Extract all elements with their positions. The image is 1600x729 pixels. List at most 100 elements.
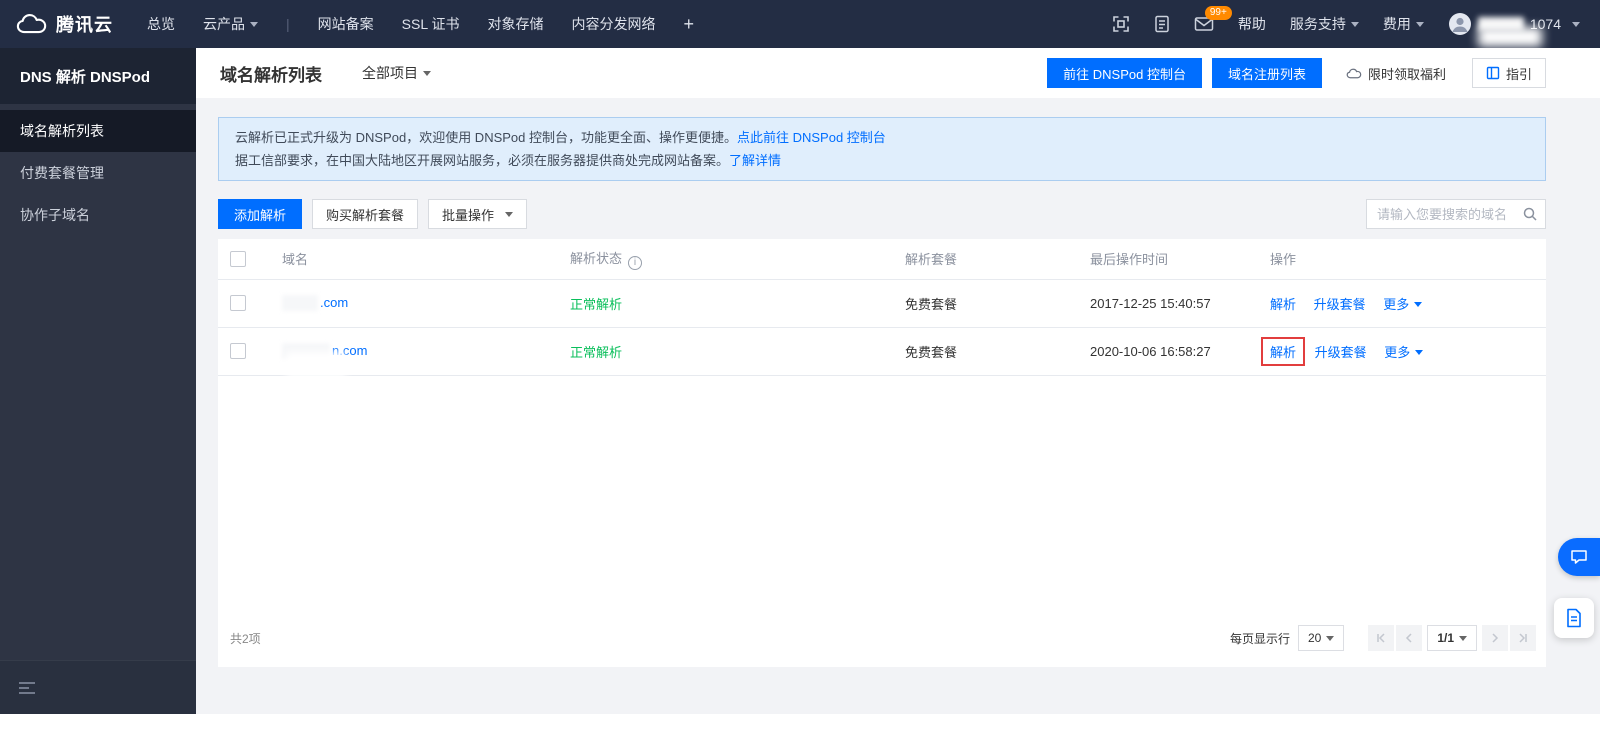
first-page-button[interactable] bbox=[1368, 625, 1395, 651]
highlight-red-box: 解析 bbox=[1261, 336, 1306, 366]
per-page-select[interactable]: 20 bbox=[1297, 625, 1345, 651]
nav-separator: | bbox=[286, 16, 290, 32]
prev-page-button[interactable] bbox=[1396, 625, 1423, 651]
page-header: 域名解析列表 全部项目 前往 DNSPod 控制台 域名注册列表 限时领取福利 bbox=[196, 48, 1600, 98]
sidebar-item-paid-plans[interactable]: 付费套餐管理 bbox=[0, 152, 196, 194]
domain-register-list-button[interactable]: 域名注册列表 bbox=[1211, 58, 1322, 88]
resolve-action-link[interactable]: 解析 bbox=[1270, 297, 1296, 312]
guide-book-icon bbox=[1486, 66, 1500, 80]
chevron-down-icon bbox=[1415, 21, 1424, 27]
document-icon[interactable] bbox=[1154, 15, 1170, 33]
page-title: 域名解析列表 bbox=[220, 65, 322, 85]
docs-feedback-button[interactable] bbox=[1554, 598, 1594, 638]
table-toolbar: 添加解析 购买解析套餐 批量操作 bbox=[218, 199, 1546, 229]
row-checkbox[interactable] bbox=[230, 343, 246, 360]
page-indicator-select[interactable]: 1/1 bbox=[1427, 625, 1477, 651]
chevron-down-icon bbox=[250, 21, 258, 27]
select-all-checkbox[interactable] bbox=[230, 251, 246, 268]
top-nav: 总览 云产品 | 网站备案 SSL 证书 对象存储 内容分发网络 + bbox=[147, 14, 694, 35]
scan-tools-icon[interactable] bbox=[1112, 15, 1130, 33]
add-record-button[interactable]: 添加解析 bbox=[218, 199, 303, 229]
nav-add-favorite-button[interactable]: + bbox=[683, 14, 694, 35]
resolve-action-link[interactable]: 解析 bbox=[1270, 345, 1296, 360]
search-box bbox=[1366, 199, 1546, 229]
help-link[interactable]: 帮助 bbox=[1238, 14, 1266, 34]
nav-cdn[interactable]: 内容分发网络 bbox=[571, 14, 655, 34]
chevron-down-icon bbox=[1326, 635, 1335, 641]
document-icon bbox=[1567, 608, 1581, 628]
nav-cloud-products[interactable]: 云产品 bbox=[203, 14, 258, 34]
domain-table-card: 域名 解析状态i 解析套餐 最后操作时间 操作 .com 正常解析 免费套餐 bbox=[218, 239, 1546, 667]
redaction-blob bbox=[1478, 27, 1542, 47]
table-row: .com 正常解析 免费套餐 2017-12-25 15:40:57 解析 升级… bbox=[218, 279, 1546, 328]
banner-dnspod-link[interactable]: 点此前往 DNSPod 控制台 bbox=[737, 130, 886, 145]
chevron-down-icon bbox=[1415, 349, 1424, 355]
next-page-button[interactable] bbox=[1482, 625, 1508, 651]
content-area: 云解析已正式升级为 DNSPod，欢迎使用 DNSPod 控制台，功能更全面、操… bbox=[196, 98, 1600, 667]
time-cell: 2017-12-25 15:40:57 bbox=[1090, 295, 1211, 311]
avatar bbox=[1448, 13, 1471, 35]
billing-menu[interactable]: 费用 bbox=[1383, 14, 1424, 34]
brand-name: 腾讯云 bbox=[56, 15, 113, 35]
redaction-blob bbox=[286, 352, 346, 378]
batch-actions-dropdown[interactable]: 批量操作 bbox=[428, 199, 528, 229]
search-icon[interactable] bbox=[1523, 207, 1537, 226]
chevron-down-icon bbox=[423, 70, 431, 76]
col-status: 解析状态 i bbox=[570, 239, 905, 280]
chevron-down-icon bbox=[1459, 635, 1467, 641]
info-icon[interactable]: i bbox=[628, 255, 643, 270]
sidebar-title: DNS 解析 DNSPod bbox=[0, 48, 196, 104]
notice-banner: 云解析已正式升级为 DNSPod，欢迎使用 DNSPod 控制台，功能更全面、操… bbox=[218, 117, 1546, 181]
more-actions-dropdown[interactable]: 更多 bbox=[1384, 345, 1424, 360]
collapse-sidebar-icon bbox=[19, 681, 35, 694]
pager: 1/1 bbox=[1368, 625, 1536, 651]
sidebar-collapse-bar[interactable] bbox=[0, 660, 196, 714]
nav-overview[interactable]: 总览 bbox=[147, 14, 175, 34]
message-count-badge: 99+ bbox=[1204, 6, 1232, 20]
nav-ssl-cert[interactable]: SSL 证书 bbox=[402, 14, 460, 34]
sidebar-menu: 域名解析列表 付费套餐管理 协作子域名 bbox=[0, 104, 196, 236]
guide-button[interactable]: 指引 bbox=[1471, 58, 1546, 88]
sidebar-item-domain-list[interactable]: 域名解析列表 bbox=[0, 110, 196, 152]
sidebar: DNS 解析 DNSPod 域名解析列表 付费套餐管理 协作子域名 bbox=[0, 48, 196, 714]
col-time: 最后操作时间 bbox=[1090, 239, 1270, 280]
sidebar-item-sub-domains[interactable]: 协作子域名 bbox=[0, 194, 196, 236]
project-filter-dropdown[interactable]: 全部项目 bbox=[362, 63, 431, 83]
total-count: 共2项 bbox=[230, 631, 261, 646]
domain-table: 域名 解析状态i 解析套餐 最后操作时间 操作 .com 正常解析 免费套餐 bbox=[218, 239, 1546, 376]
banner-learn-more-link[interactable]: 了解详情 bbox=[729, 153, 781, 168]
table-footer: 共2项 每页显示行 20 1/1 bbox=[218, 609, 1546, 667]
status-badge: 正常解析 bbox=[570, 344, 623, 360]
per-page-label: 每页显示行 bbox=[1229, 631, 1290, 646]
upgrade-action-link[interactable]: 升级套餐 bbox=[1314, 297, 1366, 312]
buy-plan-button[interactable]: 购买解析套餐 bbox=[312, 199, 419, 229]
more-actions-dropdown[interactable]: 更多 bbox=[1383, 297, 1423, 312]
redacted-domain bbox=[282, 295, 318, 312]
app-window: 腾讯云 总览 云产品 | 网站备案 SSL 证书 对象存储 内容分发网络 + 9… bbox=[0, 0, 1600, 714]
chevron-down-icon bbox=[505, 211, 514, 217]
chevron-down-icon bbox=[1414, 301, 1423, 307]
table-row: n.com 正常解析 免费套餐 2020-10-06 16:58:27 解析 升… bbox=[218, 327, 1546, 376]
last-page-button[interactable] bbox=[1510, 625, 1536, 651]
nav-object-storage[interactable]: 对象存储 bbox=[487, 14, 543, 34]
search-input[interactable] bbox=[1366, 199, 1546, 229]
tencent-cloud-logo[interactable]: 腾讯云 bbox=[0, 11, 113, 37]
status-badge: 正常解析 bbox=[570, 296, 623, 312]
nav-icp-filing[interactable]: 网站备案 bbox=[318, 14, 374, 34]
upgrade-action-link[interactable]: 升级套餐 bbox=[1315, 345, 1367, 360]
row-checkbox[interactable] bbox=[230, 295, 246, 312]
chevron-down-icon bbox=[1572, 21, 1580, 27]
main-content: 域名解析列表 全部项目 前往 DNSPod 控制台 域名注册列表 限时领取福利 bbox=[196, 48, 1600, 714]
banner-line-1: 云解析已正式升级为 DNSPod，欢迎使用 DNSPod 控制台，功能更全面、操… bbox=[235, 130, 886, 145]
table-header-row: 域名 解析状态 i 解析套餐 最后操作时间 操作 bbox=[218, 239, 1546, 280]
goto-dnspod-button[interactable]: 前往 DNSPod 控制台 bbox=[1047, 58, 1202, 88]
col-domain: 域名 bbox=[282, 239, 570, 280]
domain-link[interactable]: .com bbox=[320, 295, 348, 310]
col-actions: 操作 bbox=[1270, 239, 1546, 280]
support-menu[interactable]: 服务支持 bbox=[1290, 14, 1359, 34]
time-cell: 2020-10-06 16:58:27 bbox=[1090, 343, 1211, 359]
promo-link[interactable]: 限时领取福利 bbox=[1346, 64, 1446, 83]
col-plan: 解析套餐 bbox=[905, 239, 1090, 280]
chat-support-button[interactable] bbox=[1558, 538, 1600, 576]
mail-icon[interactable]: 99+ bbox=[1194, 6, 1232, 32]
